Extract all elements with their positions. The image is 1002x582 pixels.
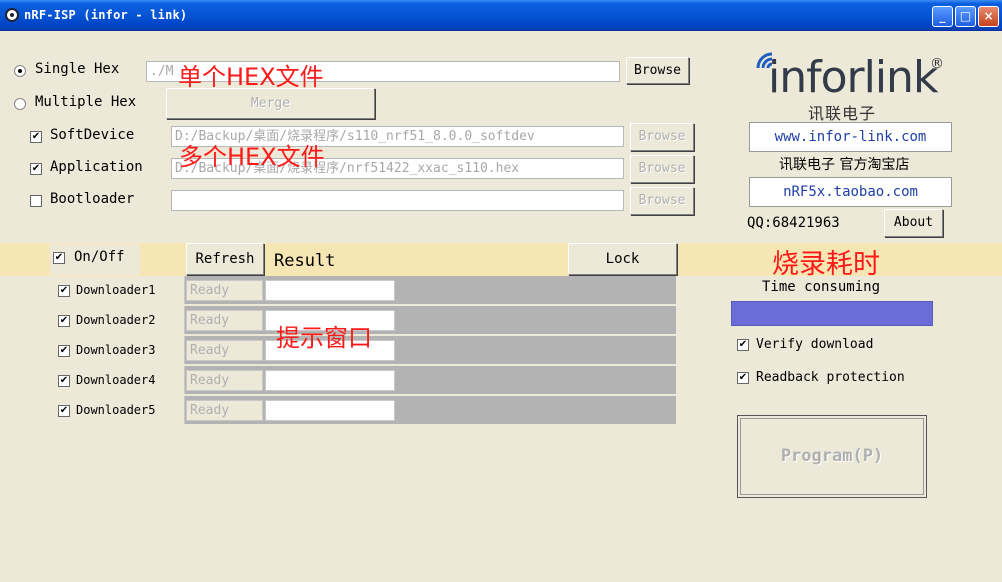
verify-download-label: Verify download	[756, 337, 874, 352]
annotation-burn-time: 烧录耗时	[772, 249, 880, 280]
application-checkbox[interactable]: ✔	[30, 163, 42, 175]
single-hex-radio[interactable]	[14, 65, 26, 77]
brand-logo: inforlink	[768, 52, 938, 103]
row-separator	[50, 304, 676, 306]
downloader2-status: Ready	[186, 310, 263, 331]
downloader3-checkbox[interactable]: ✔	[58, 345, 70, 357]
time-progress-bar	[731, 301, 933, 326]
title-bar: nRF-ISP (infor - link) _ □ ×	[0, 0, 1002, 31]
merge-button[interactable]: Merge	[166, 88, 375, 119]
application-browse-button[interactable]: Browse	[630, 155, 694, 183]
downloader4-checkbox[interactable]: ✔	[58, 375, 70, 387]
downloader3-status: Ready	[186, 340, 263, 361]
time-consuming-label: Time consuming	[762, 279, 881, 295]
downloader2-label: Downloader2	[76, 313, 156, 327]
softdevice-label: SoftDevice	[50, 127, 135, 143]
downloader1-label: Downloader1	[76, 283, 156, 297]
taobao-link[interactable]: nRF5x.taobao.com	[749, 177, 952, 207]
readback-protection-label: Readback protection	[756, 370, 905, 385]
downloader1-status: Ready	[186, 280, 263, 301]
shop-label: 讯联电子 官方淘宝店	[779, 157, 910, 173]
brand-chinese-name: 讯联电子	[808, 104, 877, 123]
downloader-name-cell: ✔ Downloader2	[50, 306, 185, 334]
program-button[interactable]: Program(P)	[737, 415, 927, 498]
bootloader-checkbox[interactable]	[30, 195, 42, 207]
single-hex-label: Single Hex	[35, 61, 120, 77]
annotation-single-hex: 单个HEX文件	[178, 63, 324, 91]
downloader-name-cell: ✔ Downloader5	[50, 396, 185, 424]
result-label: Result	[274, 251, 336, 271]
row-separator	[50, 364, 676, 366]
refresh-button[interactable]: Refresh	[186, 243, 264, 275]
downloader4-result	[265, 370, 395, 391]
downloader-name-cell: ✔ Downloader1	[50, 276, 185, 304]
maximize-button[interactable]: □	[955, 6, 976, 27]
onoff-checkbox[interactable]: ✔	[53, 252, 65, 264]
downloader5-label: Downloader5	[76, 403, 156, 417]
downloader5-result	[265, 400, 395, 421]
bootloader-path-input[interactable]	[171, 190, 624, 211]
app-icon	[5, 8, 19, 22]
close-button[interactable]: ×	[978, 6, 999, 27]
lock-button[interactable]: Lock	[568, 243, 677, 275]
readback-protection-checkbox[interactable]: ✔	[737, 372, 749, 384]
annotation-multi-hex: 多个HEX文件	[179, 143, 325, 171]
annotation-hint-window: 提示窗口	[276, 324, 372, 352]
downloader5-status: Ready	[186, 400, 263, 421]
verify-download-checkbox[interactable]: ✔	[737, 339, 749, 351]
multiple-hex-radio[interactable]	[14, 98, 26, 110]
row-separator	[50, 394, 676, 396]
downloader-row: ✔ Downloader4 Ready	[50, 366, 676, 394]
about-button[interactable]: About	[884, 209, 943, 237]
single-browse-button[interactable]: Browse	[626, 57, 689, 84]
bootloader-label: Bootloader	[50, 191, 135, 207]
downloader2-checkbox[interactable]: ✔	[58, 315, 70, 327]
softdevice-browse-button[interactable]: Browse	[630, 123, 694, 151]
downloader3-label: Downloader3	[76, 343, 156, 357]
minimize-button[interactable]: _	[932, 6, 953, 27]
softdevice-checkbox[interactable]: ✔	[30, 131, 42, 143]
qq-number: QQ:68421963	[747, 215, 840, 231]
onoff-label: On/Off	[74, 249, 125, 265]
downloader-name-cell: ✔ Downloader4	[50, 366, 185, 394]
downloader4-label: Downloader4	[76, 373, 156, 387]
bootloader-browse-button[interactable]: Browse	[630, 187, 694, 215]
downloader4-status: Ready	[186, 370, 263, 391]
downloader5-checkbox[interactable]: ✔	[58, 405, 70, 417]
downloader-row: ✔ Downloader1 Ready	[50, 276, 676, 304]
registered-mark: ®	[930, 56, 944, 72]
downloader-name-cell: ✔ Downloader3	[50, 336, 185, 364]
website-link[interactable]: www.infor-link.com	[749, 122, 952, 152]
downloader1-checkbox[interactable]: ✔	[58, 285, 70, 297]
downloader1-result	[265, 280, 395, 301]
application-label: Application	[50, 159, 143, 175]
window-title: nRF-ISP (infor - link)	[24, 8, 188, 22]
downloader-row: ✔ Downloader5 Ready	[50, 396, 676, 424]
multiple-hex-label: Multiple Hex	[35, 94, 137, 110]
